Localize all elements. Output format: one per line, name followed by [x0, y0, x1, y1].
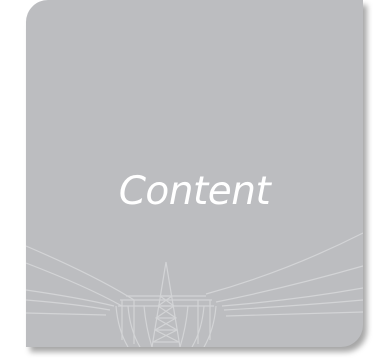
card-title: Content — [118, 169, 271, 214]
content-card[interactable]: Content — [26, 0, 363, 347]
